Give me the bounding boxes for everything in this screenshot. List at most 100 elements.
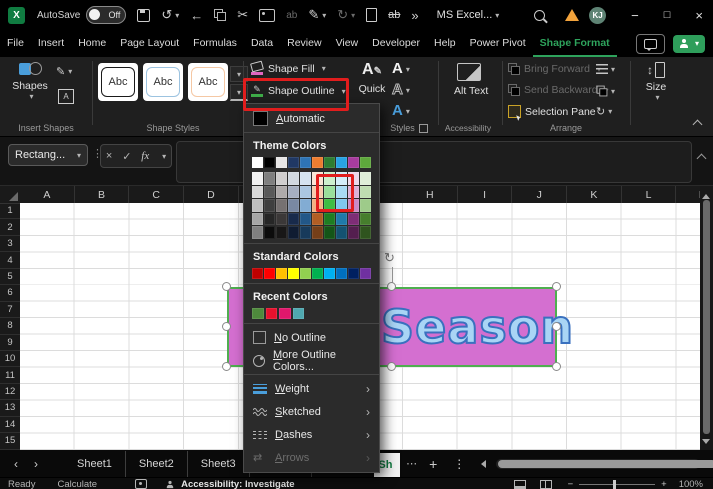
scroll-up-icon[interactable] [702, 190, 710, 199]
undo-button[interactable]: ↺ ▾ [161, 7, 179, 23]
status-accessibility[interactable]: Accessibility: Investigate [181, 479, 295, 489]
ribbon-tab[interactable]: View [329, 30, 366, 57]
row-header[interactable]: 7 [0, 302, 20, 319]
sheet-tab[interactable]: Sheet1 [64, 451, 125, 477]
close-button[interactable]: × [695, 8, 703, 23]
text-outline-button[interactable]: A ▾ [392, 81, 410, 99]
color-swatch[interactable] [324, 185, 335, 199]
color-swatch[interactable] [292, 307, 304, 320]
replace-button[interactable]: ab [286, 10, 297, 21]
name-box[interactable]: Rectang... ▾ [8, 144, 88, 166]
color-swatch[interactable] [276, 212, 287, 226]
back-button[interactable]: ← [190, 8, 203, 23]
menu-item-sketched[interactable]: Sketched › [244, 400, 379, 423]
macro-record-icon[interactable] [135, 479, 148, 489]
zoom-in-button[interactable]: + [661, 479, 667, 489]
color-swatch[interactable] [276, 267, 287, 279]
row-header[interactable]: 4 [0, 252, 20, 269]
color-swatch[interactable] [288, 226, 299, 239]
color-swatch[interactable] [252, 172, 263, 185]
color-swatch[interactable] [264, 185, 275, 199]
status-calculate[interactable]: Calculate [57, 479, 97, 489]
color-swatch[interactable] [324, 199, 335, 212]
color-swatch[interactable] [336, 199, 347, 212]
color-swatch[interactable] [300, 172, 311, 185]
more-commands-button[interactable]: » [411, 8, 418, 23]
sheet-tab[interactable]: Sheet2 [124, 450, 187, 477]
text-effects-button[interactable]: A ▾ [392, 102, 410, 120]
size-button[interactable]: ↕ Size ▾ [637, 62, 675, 102]
color-swatch[interactable] [300, 226, 311, 239]
zoom-level[interactable]: 100% [679, 479, 703, 489]
color-swatch[interactable] [360, 226, 371, 239]
ribbon-tab[interactable]: Formulas [186, 30, 244, 57]
color-swatch[interactable] [252, 226, 263, 239]
draw-ink-button[interactable]: ✎ ▾ [308, 7, 326, 23]
row-header[interactable]: 15 [0, 433, 20, 450]
new-document-button[interactable] [366, 8, 378, 22]
collapse-ribbon-button[interactable] [692, 119, 703, 130]
color-swatch[interactable] [252, 307, 264, 320]
resize-handle[interactable] [552, 282, 561, 291]
shape-style-thumb[interactable]: Abc [188, 63, 228, 101]
row-header[interactable]: 10 [0, 351, 20, 368]
copy-button[interactable] [214, 9, 227, 21]
color-swatch[interactable] [264, 226, 275, 239]
share-button[interactable]: ▾ [673, 34, 705, 53]
color-swatch[interactable] [360, 267, 371, 279]
color-swatch[interactable] [288, 212, 299, 226]
shape-style-thumb[interactable]: Abc [98, 63, 138, 101]
color-swatch[interactable] [324, 172, 335, 185]
save-button[interactable] [137, 8, 151, 22]
color-swatch[interactable] [252, 185, 263, 199]
sheet-menu-icon[interactable]: ⋮ [453, 457, 465, 471]
color-swatch[interactable] [360, 185, 371, 199]
row-header[interactable]: 11 [0, 367, 20, 384]
column-header[interactable]: I [458, 186, 513, 203]
menu-item-no-outline[interactable]: No Outline [244, 326, 379, 349]
color-swatch[interactable] [300, 185, 311, 199]
color-swatch[interactable] [312, 226, 323, 239]
shape-outline-button[interactable]: ✎ Shape Outline ▾ [250, 85, 346, 97]
color-swatch[interactable] [300, 212, 311, 226]
avatar[interactable]: KJ [589, 6, 607, 24]
quick-styles-button[interactable]: A✎ Quick [352, 61, 392, 95]
paste-picture-button[interactable] [259, 8, 276, 22]
select-all-button[interactable] [0, 186, 20, 203]
sheet-overflow-icon[interactable]: ⋯ [406, 457, 417, 470]
ribbon-tab[interactable]: File [0, 30, 31, 57]
color-swatch[interactable] [324, 267, 335, 279]
redo-button[interactable]: ↻ ▾ [337, 7, 355, 23]
row-header[interactable]: 3 [0, 236, 20, 253]
menu-item-automatic[interactable]: Automatic [244, 107, 379, 130]
color-swatch[interactable] [312, 199, 323, 212]
menu-item-more-outline-colors[interactable]: More Outline Colors... [244, 349, 379, 373]
document-title[interactable]: MS Excel... ▾ [437, 9, 500, 21]
color-swatch[interactable] [324, 226, 335, 239]
vertical-scroll-thumb[interactable] [703, 200, 710, 434]
column-header[interactable]: J [512, 186, 568, 203]
column-header[interactable]: B [75, 186, 130, 203]
shape-fill-button[interactable]: Shape Fill ▾ [250, 60, 326, 75]
warning-icon[interactable] [565, 9, 580, 21]
color-swatch[interactable] [252, 199, 263, 212]
row-header[interactable]: 14 [0, 417, 20, 434]
color-swatch[interactable] [264, 212, 275, 226]
color-swatch[interactable] [276, 226, 287, 239]
zoom-out-button[interactable]: − [568, 479, 574, 489]
color-swatch[interactable] [264, 157, 275, 168]
shapes-button[interactable]: Shapes ▾ [8, 62, 52, 101]
send-backward-button[interactable]: Send Backward▾ [508, 84, 609, 96]
color-swatch[interactable] [252, 157, 263, 168]
resize-handle[interactable] [387, 282, 396, 291]
color-swatch[interactable] [360, 212, 371, 226]
color-swatch[interactable] [264, 199, 275, 212]
color-swatch[interactable] [300, 267, 311, 279]
gallery-more-button[interactable]: ▾ [230, 84, 248, 101]
ribbon-tab[interactable]: Help [427, 30, 463, 57]
ribbon-tab[interactable]: Insert [31, 30, 71, 57]
color-swatch[interactable] [312, 157, 323, 168]
text-box-button[interactable]: A [58, 89, 74, 104]
search-button[interactable] [534, 9, 546, 21]
minimize-button[interactable]: − [631, 8, 639, 23]
